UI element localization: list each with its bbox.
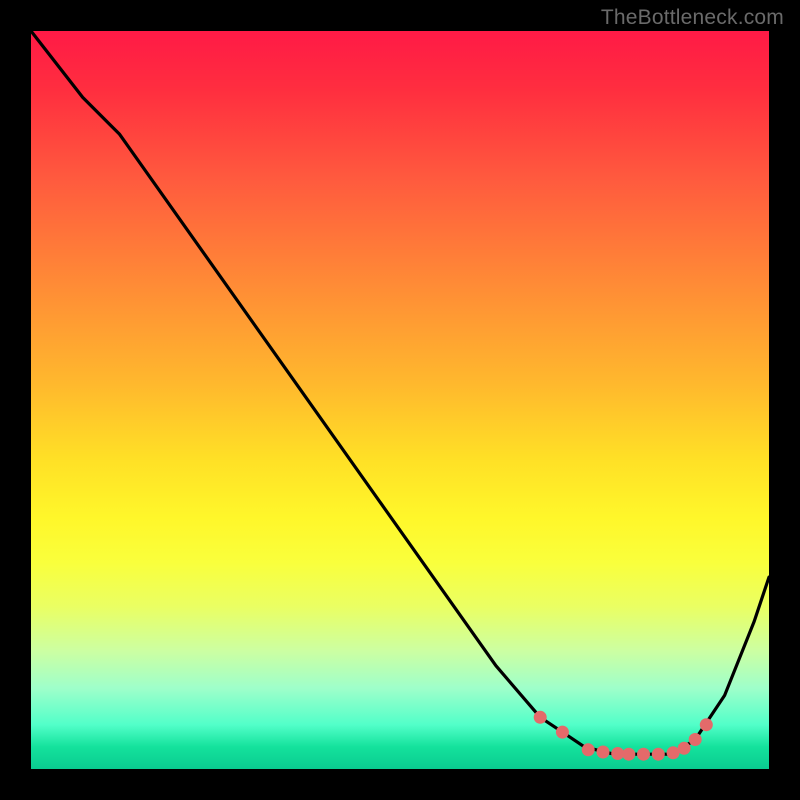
curve-path xyxy=(31,31,769,754)
chart-frame: TheBottleneck.com xyxy=(0,0,800,800)
marker-group xyxy=(534,711,713,761)
marker-dot xyxy=(689,733,702,746)
marker-dot xyxy=(597,746,610,759)
marker-dot xyxy=(700,718,713,731)
marker-dot xyxy=(534,711,547,724)
curve-layer xyxy=(31,31,769,769)
plot-area xyxy=(31,31,769,769)
marker-dot xyxy=(678,742,691,755)
curve-path-group xyxy=(31,31,769,754)
marker-dot xyxy=(637,748,650,761)
marker-dot xyxy=(582,743,595,756)
marker-dot xyxy=(611,747,624,760)
marker-dot xyxy=(652,748,665,761)
marker-dot xyxy=(556,726,569,739)
watermark-text: TheBottleneck.com xyxy=(601,6,784,30)
marker-dot xyxy=(622,748,635,761)
